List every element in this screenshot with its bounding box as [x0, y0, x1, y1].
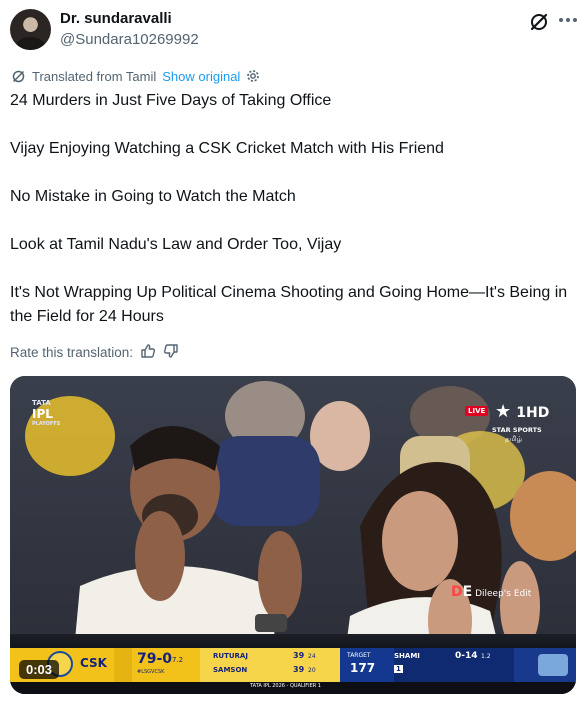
batter2-balls: 20: [308, 667, 316, 674]
translation-row: Translated from Tamil Show original: [11, 68, 260, 84]
batter2-runs: 39: [293, 665, 305, 674]
bowler-overs: 1.2: [481, 653, 491, 660]
channel-number: 1HD: [516, 405, 550, 421]
star-icon: ★: [495, 401, 512, 422]
translate-icon: [11, 69, 26, 84]
video-player[interactable]: TATA IPL PLAYOFFS LIVE ★ 1HD STAR SPORTS…: [10, 376, 576, 694]
star-sports-channel: ★ 1HD: [495, 401, 549, 422]
author-avatar[interactable]: [10, 9, 51, 50]
watermark: DE Dileep's Edit: [451, 584, 532, 600]
ipl-logo-line2: IPL: [32, 407, 53, 421]
author-name[interactable]: Dr. sundaravalli: [60, 10, 172, 27]
score-team: CSK: [80, 656, 107, 670]
score-match-tag: #LSGVCSK: [137, 669, 165, 675]
live-badge: LIVE: [465, 406, 489, 416]
video-frame: [10, 376, 576, 694]
watermark-logo-icon: D: [451, 584, 463, 600]
tweet-paragraph: Look at Tamil Nadu's Law and Order Too, …: [10, 236, 342, 253]
watermark-text: Dileep's Edit: [475, 589, 532, 599]
show-original-link[interactable]: Show original: [162, 69, 240, 84]
scoreboard-footer: TATA IPL 2026 - QUALIFIER 1: [250, 683, 321, 689]
tweet-paragraph: It's Not Wrapping Up Political Cinema Sh…: [10, 284, 568, 325]
tweet-paragraph: Vijay Enjoying Watching a CSK Cricket Ma…: [10, 140, 444, 157]
bowler-over-balls: 1: [394, 665, 403, 673]
batter1-runs: 39: [293, 651, 305, 660]
bowler-name: SHAMI: [394, 652, 420, 660]
ipl-logo-line1: TATA: [32, 399, 51, 407]
grok-icon[interactable]: [528, 11, 550, 33]
score-overs: 7.2: [172, 656, 184, 664]
broadcaster-sub: தமிழ்: [505, 435, 523, 443]
thumbs-up-icon[interactable]: [140, 343, 156, 362]
target-label: TARGET: [347, 652, 371, 659]
tweet-text: 24 Murders in Just Five Days of Taking O…: [10, 89, 570, 329]
tweet-paragraph: 24 Murders in Just Five Days of Taking O…: [10, 92, 332, 109]
batter1-balls: 24: [308, 653, 316, 660]
ipl-logo-line3: PLAYOFFS: [32, 421, 61, 427]
video-timestamp: 0:03: [19, 660, 60, 679]
target-value: 177: [350, 661, 376, 675]
bowler-figures: 0-14: [455, 651, 478, 661]
rate-translation-row: Rate this translation:: [10, 343, 179, 361]
rate-label: Rate this translation:: [10, 344, 134, 360]
translated-label: Translated from Tamil: [32, 68, 157, 84]
batter1-name: RUTURAJ: [213, 652, 248, 660]
more-options-icon[interactable]: [556, 8, 580, 32]
ipl-logo: TATA IPL PLAYOFFS: [32, 399, 60, 427]
tweet-paragraph: No Mistake in Going to Watch the Match: [10, 188, 296, 205]
batter2-name: SAMSON: [213, 666, 248, 674]
thumbs-down-icon[interactable]: [163, 343, 179, 362]
score-total: 79-0: [137, 651, 173, 667]
author-handle[interactable]: @Sundara10269992: [60, 31, 199, 48]
settings-icon[interactable]: [246, 69, 260, 83]
broadcaster-name: STAR SPORTS: [492, 426, 542, 434]
